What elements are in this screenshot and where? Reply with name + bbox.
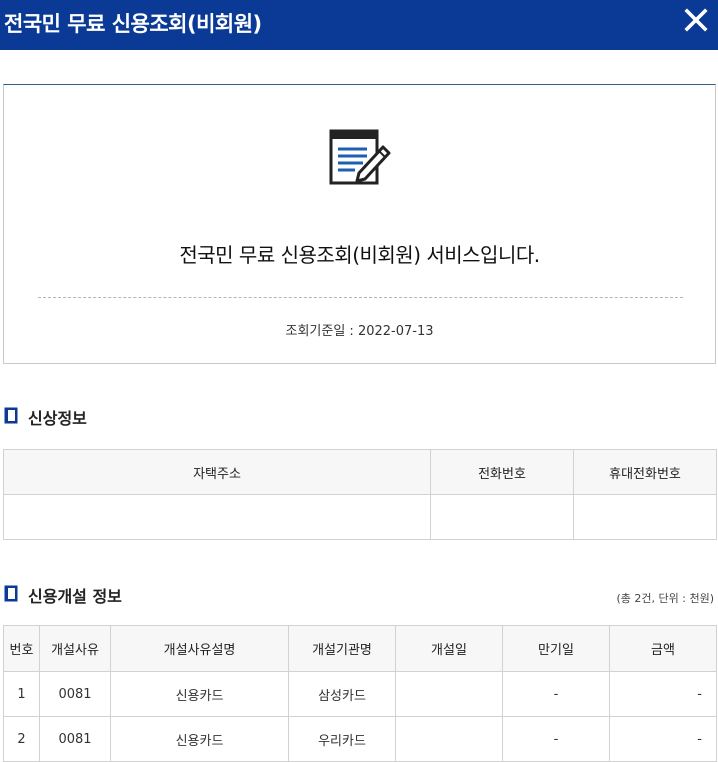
close-icon xyxy=(684,8,708,32)
book-icon xyxy=(4,585,18,602)
open-date xyxy=(395,671,503,717)
divider xyxy=(38,297,683,298)
open-reason-code: 0081 xyxy=(39,671,111,717)
column-header: 번호 xyxy=(3,625,40,672)
row-number: 1 xyxy=(3,671,40,717)
amount: - xyxy=(609,671,717,717)
column-header: 개설사유 xyxy=(39,625,111,672)
modal-header: 전국민 무료 신용조회(비회원) xyxy=(0,0,718,50)
credit-open-table: 번호 개설사유 개설사유설명 개설기관명 개설일 만기일 금액 1 0081 신… xyxy=(3,625,717,762)
table-header-row: 자택주소 전화번호 휴대전화번호 xyxy=(3,449,717,495)
institution-name: 삼성카드 xyxy=(288,671,396,717)
open-reason-code: 0081 xyxy=(39,716,111,762)
column-header: 개설기관명 xyxy=(288,625,396,672)
reference-date: 조회기준일 : 2022-07-13 xyxy=(285,324,434,339)
mobile-cell xyxy=(573,494,717,540)
open-reason-desc: 신용카드 xyxy=(110,716,289,762)
close-button[interactable] xyxy=(680,4,712,36)
section-title-text: 신상정보 xyxy=(28,409,87,428)
expiry-date: - xyxy=(502,671,610,717)
amount: - xyxy=(609,716,717,762)
column-header: 개설사유설명 xyxy=(110,625,289,672)
modal-title: 전국민 무료 신용조회(비회원) xyxy=(4,12,262,36)
column-header: 전화번호 xyxy=(430,449,574,495)
row-number: 2 xyxy=(3,716,40,762)
section-title-text: 신용개설 정보 xyxy=(28,587,122,606)
summary-note: (총 2건, 단위 : 천원) xyxy=(616,592,715,605)
book-icon xyxy=(4,407,18,424)
table-header-row: 번호 개설사유 개설사유설명 개설기관명 개설일 만기일 금액 xyxy=(3,625,717,672)
open-reason-desc: 신용카드 xyxy=(110,671,289,717)
intro-message: 전국민 무료 신용조회(비회원) 서비스입니다. xyxy=(179,243,540,267)
column-header: 휴대전화번호 xyxy=(573,449,717,495)
phone-cell xyxy=(430,494,574,540)
section-title-credit: 신용개설 정보 xyxy=(4,583,204,606)
column-header: 자택주소 xyxy=(3,449,431,495)
institution-name: 우리카드 xyxy=(288,716,396,762)
open-date xyxy=(395,716,503,762)
table-row: 2 0081 신용카드 우리카드 - - xyxy=(3,716,717,762)
document-edit-icon xyxy=(329,129,391,185)
expiry-date: - xyxy=(502,716,610,762)
personal-info-table: 자택주소 전화번호 휴대전화번호 xyxy=(3,449,717,540)
table-row xyxy=(3,494,717,540)
column-header: 만기일 xyxy=(502,625,610,672)
section-title-personal: 신상정보 xyxy=(4,405,204,428)
table-row: 1 0081 신용카드 삼성카드 - - xyxy=(3,671,717,717)
home-address-cell xyxy=(3,494,431,540)
column-header: 개설일 xyxy=(395,625,503,672)
intro-box: 전국민 무료 신용조회(비회원) 서비스입니다. 조회기준일 : 2022-07… xyxy=(3,84,716,364)
column-header: 금액 xyxy=(609,625,717,672)
